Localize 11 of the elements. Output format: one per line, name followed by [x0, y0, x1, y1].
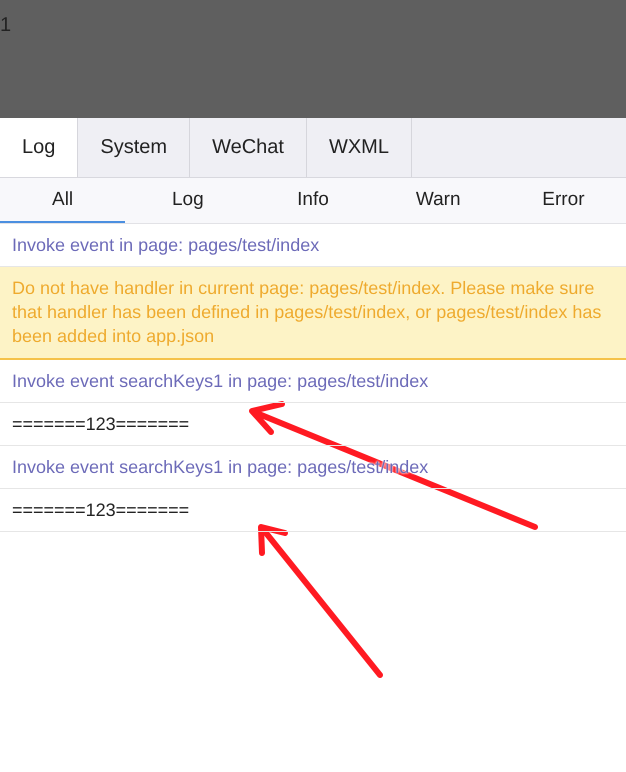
preview-text: 1 — [0, 14, 12, 37]
filter-tab[interactable]: All — [0, 178, 126, 223]
log-entry: Invoke event searchKeys1 in page: pages/test/index — [0, 360, 626, 403]
log-entry: =======123======= — [0, 489, 626, 532]
filter-tab[interactable]: Error — [500, 178, 626, 223]
log-entry: =======123======= — [0, 403, 626, 446]
filter-tab[interactable]: Log — [125, 178, 250, 223]
tab[interactable]: Log — [0, 118, 78, 177]
filter-tab[interactable]: Warn — [376, 178, 501, 223]
filter-tab[interactable]: Info — [250, 178, 376, 223]
log-entry: Do not have handler in current page: pages/test/index. Please make sure that handler has been defined in pages/test/index, or pages/test/index has been added into app.json — [0, 267, 626, 360]
